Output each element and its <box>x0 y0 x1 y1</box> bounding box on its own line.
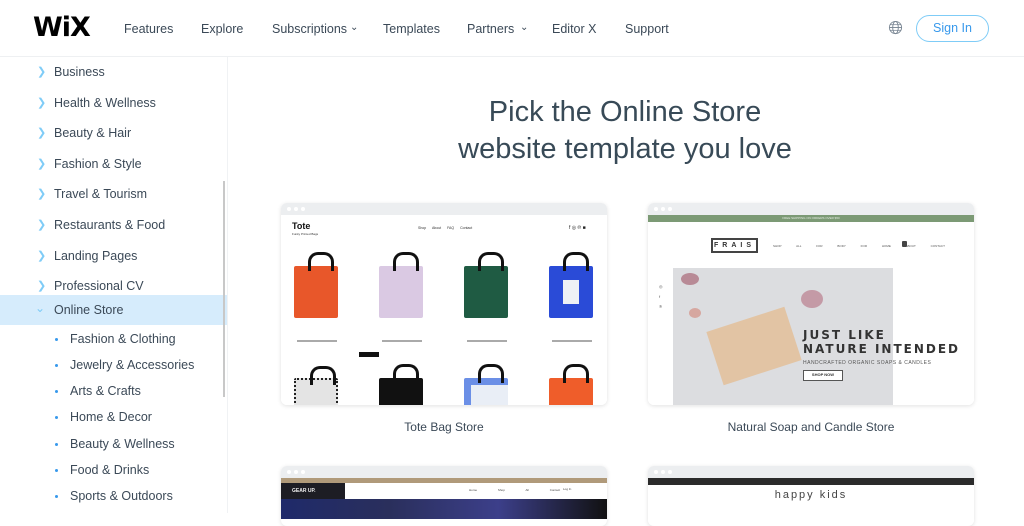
nav-features[interactable]: Features <box>124 22 173 36</box>
chevron-right-icon: ❯ <box>37 127 47 139</box>
soap-image <box>706 306 802 386</box>
product-image <box>464 252 508 318</box>
nav-templates[interactable]: Templates <box>383 22 440 36</box>
sidebar-item-restaurants-food[interactable]: ❯ Restaurants & Food <box>0 210 227 240</box>
preview-menu: Home Shop All Contact <box>469 488 561 492</box>
template-label-tote[interactable]: Tote Bag Store <box>281 420 607 434</box>
template-card-tote[interactable]: Tote Funky Printed Bags Shop About FAQ C… <box>281 203 607 405</box>
product-text <box>467 340 507 342</box>
product-image <box>379 364 423 405</box>
product-text <box>297 340 337 342</box>
chevron-right-icon: ❯ <box>37 66 47 78</box>
product-image <box>464 364 508 405</box>
bullet-icon <box>55 364 58 367</box>
sidebar-item-fashion-style[interactable]: ❯ Fashion & Style <box>0 149 227 179</box>
product-text <box>552 340 592 342</box>
sale-badge <box>359 352 379 357</box>
sidebar-item-travel-tourism[interactable]: ❯ Travel & Tourism <box>0 179 227 209</box>
chevron-right-icon: ❯ <box>37 280 47 292</box>
page-title-line2: website template you love <box>458 133 792 165</box>
chevron-down-icon[interactable]: ⌄ <box>350 22 358 33</box>
product-image <box>379 252 423 318</box>
chevron-right-icon: ❯ <box>37 158 47 170</box>
subcategory-beauty-wellness[interactable]: Beauty & Wellness <box>0 432 227 458</box>
bullet-icon <box>55 338 58 341</box>
product-image <box>549 364 593 405</box>
product-image <box>549 252 593 318</box>
template-card-frais[interactable]: FREE SHIPPING ON ORDERS OVER $50 FRAIS S… <box>648 203 974 405</box>
cart-icon <box>902 241 907 247</box>
nav-editor-x[interactable]: Editor X <box>552 22 596 36</box>
promo-banner: FREE SHIPPING ON ORDERS OVER $50 <box>648 215 974 222</box>
preview-brand: Tote <box>292 221 311 231</box>
flower-image <box>689 308 701 318</box>
sidebar-item-online-store[interactable]: ⌄ Online Store <box>0 295 227 325</box>
chevron-right-icon: ❯ <box>37 97 47 109</box>
template-preview: Tote Funky Printed Bags Shop About FAQ C… <box>281 215 607 405</box>
page-title-line1: Pick the Online Store <box>488 96 762 128</box>
social-icons: f ◎ ℗ ■ <box>569 225 586 231</box>
subcategory-food-drinks[interactable]: Food & Drinks <box>0 458 227 484</box>
browser-bar <box>648 203 974 215</box>
chevron-right-icon: ❯ <box>37 250 47 262</box>
chevron-down-icon: ⌄ <box>35 301 46 315</box>
wix-logo[interactable]: WiX <box>33 12 91 43</box>
hero-subhead: HANDCRAFTED ORGANIC SOAPS & CANDLES <box>803 360 932 366</box>
subcategory-sports-outdoors[interactable]: Sports & Outdoors <box>0 484 227 510</box>
subcategory-fashion-clothing[interactable]: Fashion & Clothing <box>0 327 227 353</box>
hero-image <box>281 499 607 519</box>
bullet-icon <box>55 390 58 393</box>
category-sidebar: ❯ Business ❯ Health & Wellness ❯ Beauty & H… <box>0 57 228 513</box>
nav-support[interactable]: Support <box>625 22 669 36</box>
bullet-icon <box>55 469 58 472</box>
subcategory-arts-crafts[interactable]: Arts & Crafts <box>0 379 227 405</box>
product-image <box>294 366 338 405</box>
template-preview: FREE SHIPPING ON ORDERS OVER $50 FRAIS S… <box>648 215 974 405</box>
subcategory-home-decor[interactable]: Home & Decor <box>0 405 227 431</box>
chevron-right-icon: ❯ <box>37 219 47 231</box>
preview-tagline: Funky Printed Bags <box>292 232 319 236</box>
chevron-down-icon[interactable]: ⌄ <box>520 22 528 33</box>
preview-menu: SHOP ALL FOR BODY FOR HOME ABOUT CONTACT <box>773 244 945 248</box>
bullet-icon <box>55 416 58 419</box>
sidebar-item-business[interactable]: ❯ Business <box>0 57 227 87</box>
chevron-right-icon: ❯ <box>37 188 47 200</box>
subcategory-jewelry-accessories[interactable]: Jewelry & Accessories <box>0 353 227 379</box>
nav-partners[interactable]: Partners <box>467 22 514 36</box>
sidebar-item-beauty-hair[interactable]: ❯ Beauty & Hair <box>0 118 227 148</box>
browser-bar <box>648 466 974 478</box>
preview-brand: FRAIS <box>711 238 758 253</box>
flower-image <box>681 273 699 285</box>
promo-banner <box>648 478 974 485</box>
nav-subscriptions[interactable]: Subscriptions <box>272 22 347 36</box>
bullet-icon <box>55 495 58 498</box>
browser-bar <box>281 203 607 215</box>
sidebar-item-landing-pages[interactable]: ❯ Landing Pages <box>0 241 227 271</box>
flower-image <box>801 290 823 308</box>
shop-now-button: SHOP NOW <box>803 370 843 381</box>
sidebar-scrollbar[interactable] <box>223 181 225 397</box>
template-card-happy-kids[interactable]: happy kids <box>648 466 974 526</box>
preview-brand: happy kids <box>774 489 848 501</box>
hero-headline: JUST LIKE <box>803 328 886 342</box>
bullet-icon <box>55 443 58 446</box>
template-card-gear-up[interactable]: GEAR UP. Home Shop All Contact Log In <box>281 466 607 526</box>
product-image <box>294 252 338 318</box>
sidebar-item-health-wellness[interactable]: ❯ Health & Wellness <box>0 88 227 118</box>
preview-brand: GEAR UP. <box>281 483 345 499</box>
top-header: WiX Features Explore Subscriptions ⌄ Tem… <box>0 0 1024 57</box>
globe-icon[interactable] <box>888 20 903 35</box>
product-text <box>382 340 422 342</box>
nav-explore[interactable]: Explore <box>201 22 243 36</box>
login-link: Log In <box>563 487 572 491</box>
sign-in-button[interactable]: Sign In <box>916 15 989 42</box>
preview-header: happy kids <box>648 485 974 525</box>
browser-bar <box>281 466 607 478</box>
template-label-frais[interactable]: Natural Soap and Candle Store <box>648 420 974 434</box>
social-icons: ◎ f ℗ <box>659 284 663 309</box>
preview-header: GEAR UP. Home Shop All Contact Log In <box>281 483 607 499</box>
preview-menu: Shop About FAQ Contact <box>418 226 473 230</box>
hero-headline: NATURE INTENDED <box>803 342 960 356</box>
